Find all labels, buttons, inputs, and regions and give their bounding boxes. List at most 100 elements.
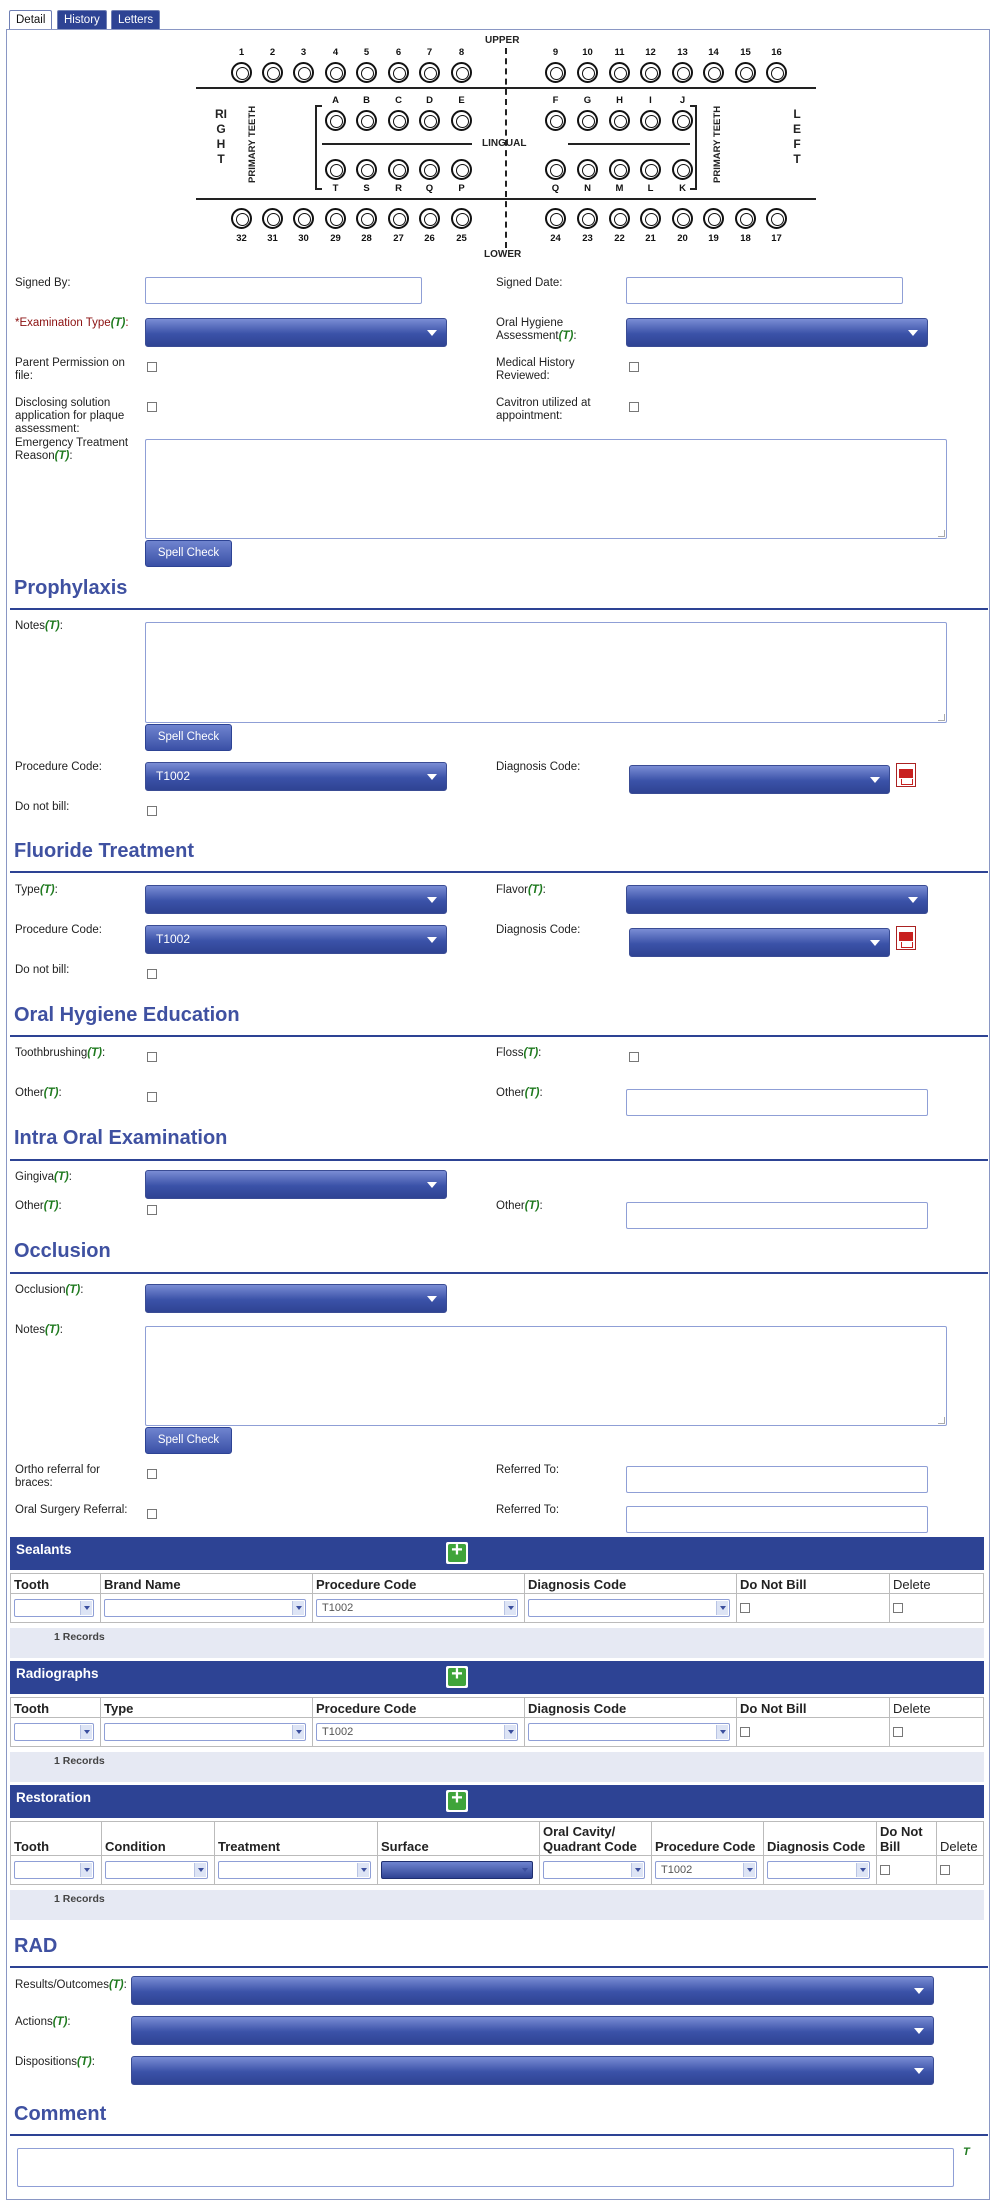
occlusion-notes-textarea[interactable] xyxy=(145,1326,947,1426)
tooth-J-icon[interactable] xyxy=(672,110,693,131)
tooth-23-icon[interactable] xyxy=(577,208,598,229)
tooth-1-icon[interactable] xyxy=(231,62,252,83)
tooth-24-icon[interactable] xyxy=(545,208,566,229)
oral-hygiene-select[interactable] xyxy=(626,318,928,347)
tooth-31-icon[interactable] xyxy=(262,208,283,229)
delete-checkbox[interactable] xyxy=(893,1602,903,1613)
ohe-other-input[interactable] xyxy=(626,1089,928,1116)
tooth-22-icon[interactable] xyxy=(609,208,630,229)
tooth-T-icon[interactable] xyxy=(325,159,346,180)
tooth-4-icon[interactable] xyxy=(325,62,346,83)
tooth-6-icon[interactable] xyxy=(388,62,409,83)
prophylaxis-do-not-bill-checkbox[interactable] xyxy=(147,806,157,816)
fluoride-diagnosis-select[interactable] xyxy=(629,928,890,957)
comment-input[interactable] xyxy=(17,2148,954,2187)
tooth-N-icon[interactable] xyxy=(577,159,598,180)
prophylaxis-procedure-select[interactable]: T1002 xyxy=(145,762,447,791)
quadrant-select[interactable] xyxy=(543,1861,645,1879)
surface-select[interactable] xyxy=(381,1861,533,1879)
brand-select[interactable] xyxy=(104,1599,306,1617)
tooth-8-icon[interactable] xyxy=(451,62,472,83)
tooth-P-icon[interactable] xyxy=(451,159,472,180)
tooth-F-icon[interactable] xyxy=(545,110,566,131)
tooth-select[interactable] xyxy=(14,1599,94,1617)
tooth-21-icon[interactable] xyxy=(640,208,661,229)
emergency-textarea[interactable] xyxy=(145,439,947,539)
tooth-20-icon[interactable] xyxy=(672,208,693,229)
procedure-select[interactable]: T1002 xyxy=(316,1723,518,1741)
toothbrushing-checkbox[interactable] xyxy=(147,1052,157,1062)
surgery-referred-to-input[interactable] xyxy=(626,1506,928,1533)
tooth-3-icon[interactable] xyxy=(293,62,314,83)
tooth-30-icon[interactable] xyxy=(293,208,314,229)
tooth-17-icon[interactable] xyxy=(766,208,787,229)
exam-type-select[interactable] xyxy=(145,318,447,347)
pdf-icon[interactable] xyxy=(896,763,916,787)
prophylaxis-notes-textarea[interactable] xyxy=(145,622,947,723)
tooth-select[interactable] xyxy=(14,1861,94,1879)
results-select[interactable] xyxy=(131,1976,934,2005)
spell-check-button[interactable]: Spell Check xyxy=(145,1427,232,1454)
delete-checkbox[interactable] xyxy=(940,1864,950,1875)
occlusion-select[interactable] xyxy=(145,1284,447,1313)
do-not-bill-checkbox[interactable] xyxy=(740,1602,750,1613)
procedure-select[interactable]: T1002 xyxy=(655,1861,757,1879)
treatment-select[interactable] xyxy=(218,1861,371,1879)
tooth-K-icon[interactable] xyxy=(672,159,693,180)
tooth-13-icon[interactable] xyxy=(672,62,693,83)
procedure-select[interactable]: T1002 xyxy=(316,1599,518,1617)
tab-letters[interactable]: Letters xyxy=(111,10,161,30)
tooth-C-icon[interactable] xyxy=(388,110,409,131)
intra-other-input[interactable] xyxy=(626,1202,928,1229)
condition-select[interactable] xyxy=(105,1861,208,1879)
pdf-icon[interactable] xyxy=(896,926,916,950)
ortho-referral-checkbox[interactable] xyxy=(147,1469,157,1479)
diagnosis-select[interactable] xyxy=(767,1861,870,1879)
medical-history-checkbox[interactable] xyxy=(629,362,639,372)
spell-check-button[interactable]: Spell Check xyxy=(145,540,232,567)
add-radiograph-icon[interactable] xyxy=(446,1663,468,1688)
tooth-10-icon[interactable] xyxy=(577,62,598,83)
fluoride-flavor-select[interactable] xyxy=(626,885,928,914)
spell-check-button[interactable]: Spell Check xyxy=(145,724,232,751)
tab-detail[interactable]: Detail xyxy=(9,10,53,30)
do-not-bill-checkbox[interactable] xyxy=(740,1726,750,1737)
intra-other-checkbox[interactable] xyxy=(147,1205,157,1215)
tooth-15-icon[interactable] xyxy=(735,62,756,83)
cavitron-checkbox[interactable] xyxy=(629,402,639,412)
do-not-bill-checkbox[interactable] xyxy=(880,1864,890,1875)
tooth-A-icon[interactable] xyxy=(325,110,346,131)
tooth-S-icon[interactable] xyxy=(356,159,377,180)
tooth-M-icon[interactable] xyxy=(609,159,630,180)
tooth-18-icon[interactable] xyxy=(735,208,756,229)
diagnosis-select[interactable] xyxy=(528,1723,730,1741)
tooth-Q-icon[interactable] xyxy=(545,159,566,180)
tooth-19-icon[interactable] xyxy=(703,208,724,229)
tooth-32-icon[interactable] xyxy=(231,208,252,229)
tooth-select[interactable] xyxy=(14,1723,94,1741)
tooth-9-icon[interactable] xyxy=(545,62,566,83)
tooth-12-icon[interactable] xyxy=(640,62,661,83)
tooth-28-icon[interactable] xyxy=(356,208,377,229)
type-select[interactable] xyxy=(104,1723,306,1741)
prophylaxis-diagnosis-select[interactable] xyxy=(629,765,890,794)
tooth-14-icon[interactable] xyxy=(703,62,724,83)
tooth-E-icon[interactable] xyxy=(451,110,472,131)
ortho-referred-to-input[interactable] xyxy=(626,1466,928,1493)
tooth-7-icon[interactable] xyxy=(419,62,440,83)
tooth-G-icon[interactable] xyxy=(577,110,598,131)
fluoride-type-select[interactable] xyxy=(145,885,447,914)
tooth-L-icon[interactable] xyxy=(640,159,661,180)
tooth-R-icon[interactable] xyxy=(388,159,409,180)
add-sealant-icon[interactable] xyxy=(446,1539,468,1564)
tooth-11-icon[interactable] xyxy=(609,62,630,83)
signed-by-input[interactable] xyxy=(145,277,422,304)
gingiva-select[interactable] xyxy=(145,1170,447,1199)
parent-permission-checkbox[interactable] xyxy=(147,362,157,372)
tooth-26-icon[interactable] xyxy=(419,208,440,229)
tooth-16-icon[interactable] xyxy=(766,62,787,83)
tooth-2-icon[interactable] xyxy=(262,62,283,83)
tooth-25-icon[interactable] xyxy=(451,208,472,229)
add-restoration-icon[interactable] xyxy=(446,1787,468,1812)
fluoride-procedure-select[interactable]: T1002 xyxy=(145,925,447,954)
